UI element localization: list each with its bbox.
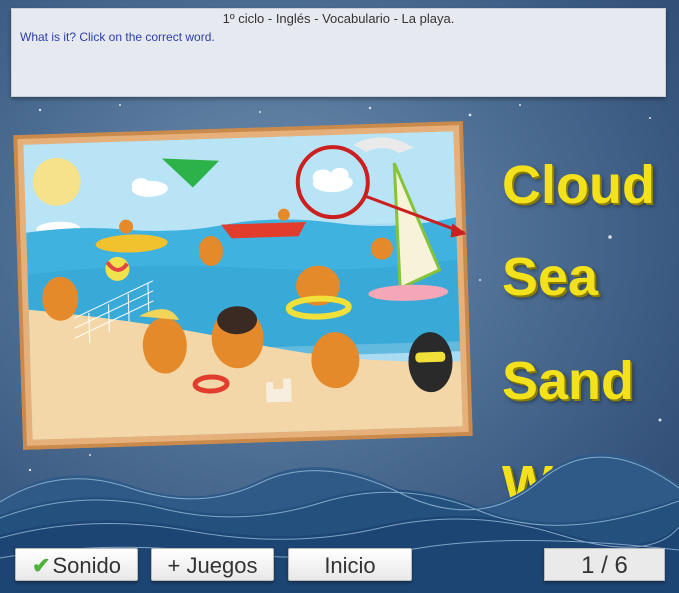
checkmark-icon: ✔	[32, 553, 51, 578]
answer-option-sand[interactable]: Sand	[502, 354, 634, 408]
home-button-label: Inicio	[324, 553, 376, 578]
more-games-button-label: + Juegos	[167, 553, 258, 578]
instruction-text: What is it? Click on the correct word.	[20, 30, 215, 44]
answer-option-sea[interactable]: Sea	[502, 250, 598, 304]
more-games-button[interactable]: + Juegos	[151, 548, 274, 581]
answer-option-cloud[interactable]: Cloud	[502, 158, 655, 212]
progress-counter: 1 / 6	[544, 548, 665, 581]
activity-title: 1º ciclo - Inglés - Vocabulario - La pla…	[222, 11, 455, 26]
sound-button-label: Sonido	[52, 553, 121, 578]
home-button[interactable]: Inicio	[288, 548, 412, 581]
sound-button[interactable]: ✔Sonido	[15, 548, 138, 581]
header-panel: 1º ciclo - Inglés - Vocabulario - La pla…	[11, 8, 666, 97]
beach-illustration	[13, 121, 473, 450]
